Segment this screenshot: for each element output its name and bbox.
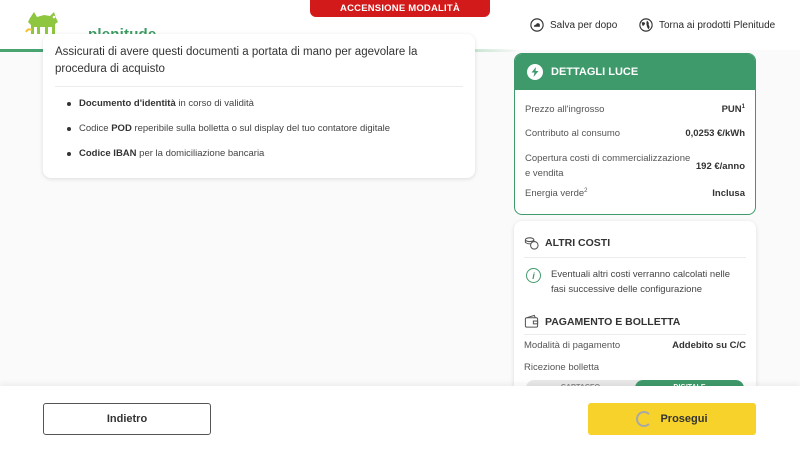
other-costs-info: i Eventuali altri costi verranno calcola… xyxy=(526,267,746,297)
list-item-pod-code: Codice POD reperibile sulla bolletta o s… xyxy=(67,123,390,148)
price-row-value: 0,0253 €/kWh xyxy=(685,128,745,139)
costs-card: ALTRI COSTI i Eventuali altri costi verr… xyxy=(514,221,756,401)
price-row-value: PUN1 xyxy=(722,104,745,115)
list-item-prefix: Codice xyxy=(79,123,112,134)
loading-spinner-icon xyxy=(636,411,653,427)
info-icon: i xyxy=(526,268,541,283)
price-row-label: Copertura costi di commercializzazione e… xyxy=(525,153,691,179)
divider xyxy=(524,257,746,258)
save-for-later-button[interactable]: Salva per dopo xyxy=(530,16,617,34)
list-item-bold: Codice IBAN xyxy=(79,148,137,159)
other-costs-title: ALTRI COSTI xyxy=(545,236,611,249)
divider xyxy=(524,334,746,335)
payment-title: PAGAMENTO E BOLLETTA xyxy=(545,315,681,328)
price-details-header: DETTAGLI LUCE xyxy=(515,54,755,90)
price-row-value: 192 €/anno xyxy=(695,160,745,172)
footnote-mark[interactable]: 2 xyxy=(584,188,587,194)
globe-icon xyxy=(639,18,653,32)
back-to-products-button[interactable]: Torna ai prodotti Plenitude xyxy=(639,16,775,34)
documents-list: Documento d'identità in corso di validit… xyxy=(67,98,390,173)
other-costs-info-text: Eventuali altri costi verranno calcolati… xyxy=(551,269,731,295)
payment-heading: PAGAMENTO E BOLLETTA xyxy=(524,314,680,329)
price-row-green-energy: Energia verde2 Inclusa xyxy=(525,188,745,199)
price-row-label: Prezzo all'ingrosso xyxy=(525,104,605,116)
continue-button[interactable]: Prosegui xyxy=(588,403,756,435)
coins-icon xyxy=(524,237,539,250)
list-item-id-document: Documento d'identità in corso di validit… xyxy=(67,98,390,123)
label-text: Energia verde xyxy=(525,188,585,200)
documents-title: Assicurati di avere questi documenti a p… xyxy=(55,46,418,75)
payment-method-label: Modalità di pagamento xyxy=(524,340,621,351)
value-text: PUN xyxy=(721,104,742,116)
wallet-icon xyxy=(524,314,539,328)
billing-row: Ricezione bolletta xyxy=(524,362,746,373)
footer-bar: Indietro Prosegui xyxy=(0,386,800,450)
documents-card: Assicurati di avere questi documenti a p… xyxy=(43,34,475,178)
divider xyxy=(55,86,463,87)
price-row-label: Energia verde2 xyxy=(525,188,588,199)
price-row-consumption: Contributo al consumo 0,0253 €/kWh xyxy=(525,128,745,139)
billing-label: Ricezione bolletta xyxy=(524,362,599,373)
payment-method-row: Modalità di pagamento Addebito su C/C xyxy=(524,340,746,351)
price-row-wholesale: Prezzo all'ingrosso PUN1 xyxy=(525,104,745,115)
lightning-bolt-icon xyxy=(527,64,543,80)
save-for-later-label: Salva per dopo xyxy=(550,19,618,31)
price-row-label: Contributo al consumo xyxy=(525,128,621,139)
list-item-bold: POD xyxy=(111,123,132,134)
cloud-save-icon xyxy=(530,18,544,32)
test-mode-banner: ACCENSIONE MODALITÀ COLLAUDO... xyxy=(310,0,490,31)
other-costs-heading: ALTRI COSTI xyxy=(524,235,610,250)
payment-method-value: Addebito su C/C xyxy=(672,340,746,351)
list-item-text: reperibile sulla bolletta o sul display … xyxy=(131,123,391,134)
list-item-iban-code: Codice IBAN per la domiciliazione bancar… xyxy=(67,148,390,173)
back-button[interactable]: Indietro xyxy=(43,403,211,435)
back-to-products-label: Torna ai prodotti Plenitude xyxy=(659,19,776,31)
price-row-value: Inclusa xyxy=(712,188,745,200)
price-row-commercialization: Copertura costi di commercializzazione e… xyxy=(525,151,745,181)
list-item-text: in corso di validità xyxy=(175,98,254,109)
price-details-title: DETTAGLI LUCE xyxy=(551,66,639,78)
footnote-mark[interactable]: 1 xyxy=(742,104,745,110)
continue-label: Prosegui xyxy=(660,413,708,425)
list-item-text: per la domiciliazione bancaria xyxy=(136,148,265,159)
list-item-bold: Documento d'identità xyxy=(79,98,176,109)
price-details-card: DETTAGLI LUCE Prezzo all'ingrosso PUN1 C… xyxy=(514,53,756,215)
